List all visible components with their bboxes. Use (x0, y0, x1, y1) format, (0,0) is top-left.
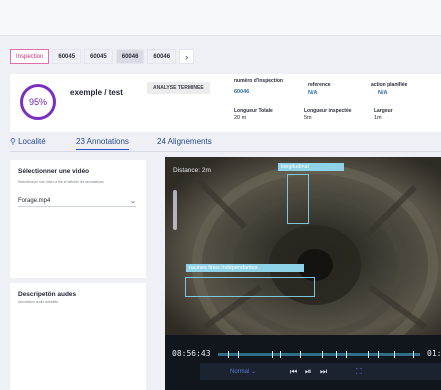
reference-label: reference (308, 82, 331, 88)
playback-controls: Normal ⌄ ⏮ ⏯ ⏭ ⛶ (200, 363, 441, 380)
action-value: N/A (378, 90, 388, 96)
timeline-marker[interactable] (238, 351, 239, 358)
timeline-marker[interactable] (378, 351, 379, 358)
video-select-title: Sélectionner une vidéo (18, 168, 90, 175)
description-panel: Descripetön audes Annotation audio détai… (10, 283, 146, 390)
tab-alignements[interactable]: 24 Alignements (157, 137, 212, 146)
end-time: 01:2 (427, 349, 441, 358)
skip-back-icon[interactable]: ⏮ (290, 367, 297, 377)
timeline-marker[interactable] (394, 351, 395, 358)
annotation-label-longitudinal[interactable]: longitudinal (278, 163, 344, 171)
inspection-number-value: 60046 (234, 89, 250, 95)
tab-inspection[interactable]: Inspection (10, 49, 50, 64)
total-length-label: Longueur Totale (234, 108, 273, 114)
chevron-right-icon[interactable]: › (179, 49, 195, 64)
tab-60045-a[interactable]: 60045 (52, 49, 82, 64)
timeline-marker[interactable] (336, 351, 337, 358)
score-ring: 95% (20, 84, 56, 120)
top-bar (0, 0, 441, 36)
timeline-marker[interactable] (272, 351, 273, 358)
annotation-box-racines[interactable] (185, 277, 315, 297)
annotation-label-racines[interactable]: racines fines indépendantes (186, 264, 304, 272)
play-icon[interactable]: ⏯ (305, 367, 311, 377)
reference-value: N/A (308, 90, 318, 96)
speed-select[interactable]: Normal ⌄ (230, 368, 256, 375)
frame-scrollbar[interactable] (173, 190, 177, 230)
chevron-down-icon: ⌄ (130, 197, 136, 205)
timeline-marker[interactable] (413, 351, 414, 358)
fullscreen-icon[interactable]: ⛶ (356, 367, 362, 377)
tab-annotations[interactable]: 23 Annotations (76, 137, 129, 150)
description-subtitle: Annotation audio détaillée (18, 300, 59, 304)
timeline-track[interactable] (218, 351, 420, 358)
width-label: Largeur (374, 108, 393, 114)
tab-localite[interactable]: ⚲ Localité (10, 137, 46, 146)
tab-underline (10, 151, 441, 152)
width-value: 1m (374, 115, 382, 121)
inspection-title: exemple / test (70, 88, 123, 97)
selected-video: Forage.mp4 (18, 197, 51, 204)
video-player[interactable]: Distance: 2m longitudinal racines fines … (165, 157, 441, 390)
timeline-marker[interactable] (322, 351, 323, 358)
tab-60046-active[interactable]: 60046 (115, 49, 145, 64)
location-pin-icon: ⚲ (10, 137, 16, 146)
status-badge: ANALYSE TERMINEE (147, 82, 210, 94)
distance-overlay: Distance: 2m (173, 167, 211, 174)
chevron-down-icon: ⌄ (251, 369, 257, 375)
video-select-subtitle: Sélectionnez une vidéo à lire et affiche… (18, 180, 104, 184)
tab-60045-b[interactable]: 60045 (84, 49, 113, 64)
timeline-marker[interactable] (368, 351, 369, 358)
speed-value: Normal (230, 369, 250, 375)
inspection-tabs: Inspection 60045 60045 60046 60046 › (10, 49, 195, 64)
timeline-marker[interactable] (346, 351, 347, 358)
video-select-dropdown[interactable]: Forage.mp4 ⌄ (18, 195, 136, 207)
tab-60046-b[interactable]: 60046 (147, 49, 177, 64)
timeline-marker[interactable] (300, 351, 301, 358)
inspection-number-label: numéro d'inspection (234, 78, 283, 84)
section-tabs: ⚲ Localité 23 Annotations 24 Alignements (10, 134, 441, 152)
current-time: 08:56:43 (172, 349, 211, 358)
video-frame[interactable]: Distance: 2m longitudinal racines fines … (165, 157, 441, 335)
skip-forward-icon[interactable]: ⏭ (320, 367, 327, 377)
timeline-marker[interactable] (280, 351, 281, 358)
score-value: 95% (28, 97, 47, 107)
description-title: Descripetön audes (18, 291, 77, 298)
action-label: action planifiée (371, 82, 408, 88)
annotation-box-longitudinal[interactable] (287, 174, 309, 224)
tab-localite-label: Localité (18, 137, 46, 146)
inspected-length-label: Longueur inspectée (304, 108, 352, 114)
video-select-panel: Sélectionner une vidéo Sélectionnez une … (10, 160, 146, 278)
inspected-length-value: 5m (304, 115, 312, 121)
inspection-summary-card: 95% exemple / test ANALYSE TERMINEE numé… (10, 74, 441, 132)
total-length-value: 20 m (234, 115, 247, 121)
timeline-marker[interactable] (228, 351, 229, 358)
